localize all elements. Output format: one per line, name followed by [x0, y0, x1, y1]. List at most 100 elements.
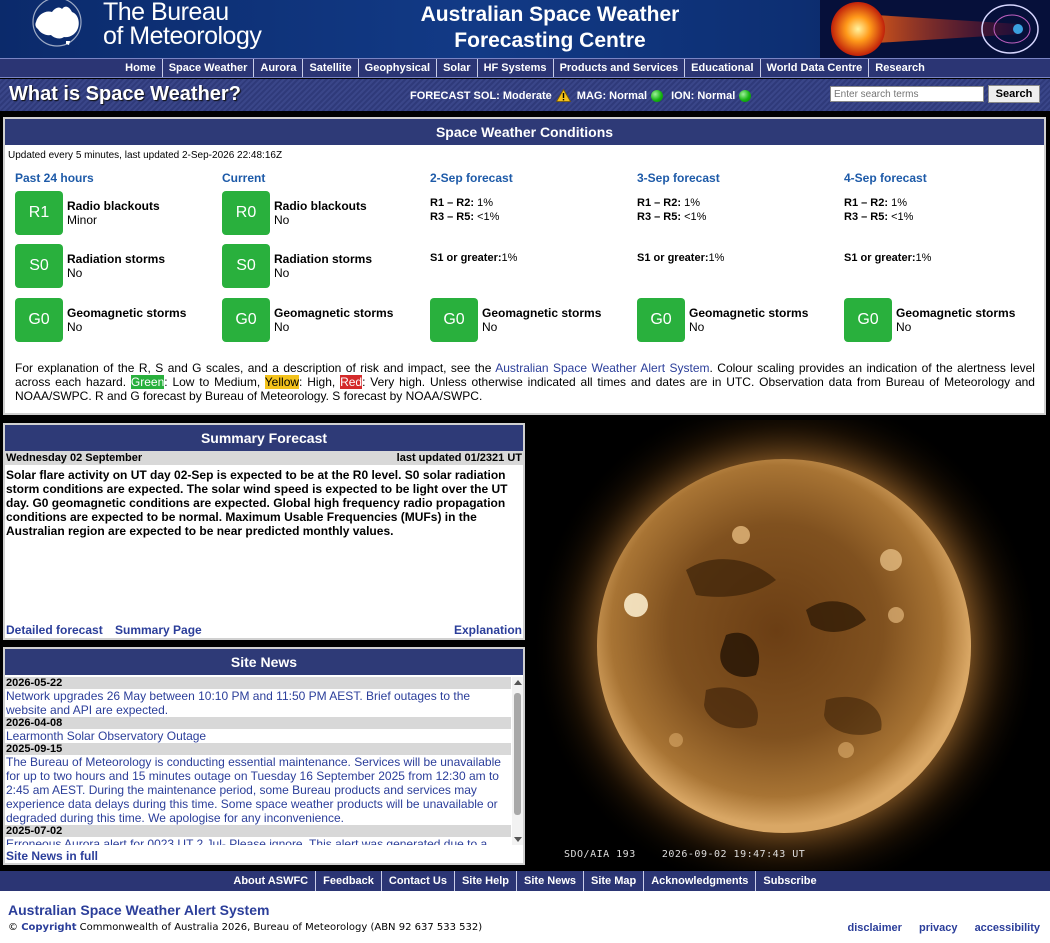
accessibility-link[interactable]: accessibility [975, 922, 1040, 934]
solar-image[interactable] [526, 420, 1050, 870]
forecast-sol-label[interactable]: FORECAST SOL: Moderate [410, 90, 552, 102]
g-scale-badge[interactable]: G0 [637, 298, 685, 342]
r12-label: R1 – R2: [637, 197, 682, 209]
s-scale-badge[interactable]: S0 [222, 244, 270, 288]
scroll-up-icon[interactable] [514, 680, 522, 685]
nav-link-solar[interactable]: Solar [437, 59, 478, 77]
g-scale-badge[interactable]: G0 [430, 298, 478, 342]
sun-magnetosphere-graphic [820, 0, 1050, 58]
column-forecast-day2: 3-Sep forecast R1 – R2: 1% R3 – R5: <1% … [637, 171, 842, 342]
summary-date: Wednesday 02 September [6, 452, 143, 464]
hazard-level: No [482, 320, 498, 334]
solar-image-caption: SDO/AIA 193 2026-09-02 19:47:43 UT [564, 849, 805, 860]
column-title[interactable]: Current [222, 171, 427, 189]
column-forecast-day3: 4-Sep forecast R1 – R2: 1% R3 – R5: <1% … [844, 171, 1049, 342]
summary-updated: last updated 01/2321 UT [396, 452, 522, 464]
conditions-heading: Space Weather Conditions [5, 119, 1044, 145]
scale-explanation: For explanation of the R, S and G scales… [15, 361, 1035, 403]
s-label: S1 or greater: [637, 252, 709, 264]
nav-link-products-and-services[interactable]: Products and Services [554, 59, 686, 77]
bom-wordmark[interactable]: The Bureau of Meteorology [103, 0, 262, 50]
news-item-link[interactable]: The Bureau of Meteorology is conducting … [5, 755, 511, 825]
alert-system-link[interactable]: Australian Space Weather Alert System [495, 361, 709, 375]
footer-nav-link-acknowledgments[interactable]: Acknowledgments [644, 871, 757, 891]
news-item-link[interactable]: Erroneous Aurora alert for 0023 UT 2 Jul… [5, 837, 511, 845]
nav-link-educational[interactable]: Educational [685, 59, 761, 77]
copyright-link[interactable]: Copyright [21, 922, 76, 933]
s-forecast: S1 or greater:1% [844, 251, 931, 265]
column-title[interactable]: 3-Sep forecast [637, 171, 842, 189]
footer-navigation: About ASWFC Feedback Contact Us Site Help Si… [0, 871, 1050, 891]
summary-text: Solar flare activity on UT day 02-Sep is… [6, 468, 508, 538]
nav-link-research[interactable]: Research [869, 59, 931, 77]
news-item-link[interactable]: Learmonth Solar Observatory Outage [5, 729, 511, 743]
scrollbar-thumb[interactable] [514, 693, 521, 815]
footer-nav-link-feedback[interactable]: Feedback [316, 871, 382, 891]
hazard-geomagnetic-storms: G0 Geomagnetic storms No [430, 298, 601, 342]
news-scrollbar[interactable] [512, 677, 523, 845]
r35-label: R3 – R5: [430, 211, 475, 223]
hazard-level: No [689, 320, 705, 334]
footer-nav-link-site-help[interactable]: Site Help [455, 871, 518, 891]
hazard-geomagnetic-storms: G0 Geomagnetic storms No [15, 298, 186, 342]
r-scale-badge[interactable]: R1 [15, 191, 63, 235]
hazard-name: Geomagnetic storms [689, 306, 809, 320]
news-date: 2026-05-22 [5, 677, 511, 689]
s-scale-badge[interactable]: S0 [15, 244, 63, 288]
news-list[interactable]: 2026-05-22 Network upgrades 26 May betwe… [5, 677, 511, 845]
hazard-geomagnetic-storms: G0 Geomagnetic storms No [637, 298, 808, 342]
s-label: S1 or greater: [430, 252, 502, 264]
site-news-full-link[interactable]: Site News in full [6, 849, 98, 863]
footer: Australian Space Weather Alert System © … [0, 891, 1050, 943]
hazard-name: Geomagnetic storms [274, 306, 394, 320]
title-bar: What is Space Weather? FORECAST SOL: Mod… [0, 79, 1050, 111]
summary-page-link[interactable]: Summary Page [115, 623, 202, 638]
column-title[interactable]: Past 24 hours [15, 171, 220, 189]
footer-nav-link-site-news[interactable]: Site News [517, 871, 584, 891]
summary-subheader: Wednesday 02 September last updated 01/2… [5, 451, 523, 465]
detailed-forecast-link[interactable]: Detailed forecast [6, 623, 103, 638]
news-item-link[interactable]: Network upgrades 26 May between 10:10 PM… [5, 689, 511, 717]
forecast-ion-label[interactable]: ION: Normal [671, 90, 735, 102]
r12-value: 1% [684, 197, 700, 209]
r35-label: R3 – R5: [844, 211, 889, 223]
nav-link-aurora[interactable]: Aurora [254, 59, 304, 77]
g-scale-badge[interactable]: G0 [222, 298, 270, 342]
australia-map-logo-icon[interactable] [26, 0, 92, 52]
search-input[interactable] [830, 86, 984, 102]
hazard-name: Radiation storms [67, 252, 166, 266]
r-scale-badge[interactable]: R0 [222, 191, 270, 235]
org-line1: The Bureau [103, 0, 229, 26]
conditions-updated-text: Updated every 5 minutes, last updated 2-… [8, 150, 283, 161]
nav-link-space-weather[interactable]: Space Weather [163, 59, 255, 77]
nav-link-hf-systems[interactable]: HF Systems [478, 59, 554, 77]
column-title[interactable]: 2-Sep forecast [430, 171, 635, 189]
footer-nav-link-about-aswfc[interactable]: About ASWFC [226, 871, 317, 891]
footer-alert-system-link[interactable]: Australian Space Weather Alert System [8, 902, 269, 918]
footer-nav-link-contact-us[interactable]: Contact Us [382, 871, 455, 891]
disclaimer-link[interactable]: disclaimer [847, 922, 901, 934]
forecast-mag-label[interactable]: MAG: Normal [577, 90, 647, 102]
r12-value: 1% [477, 197, 493, 209]
green-status-dot-icon [651, 89, 664, 102]
site-news-panel: Site News 2026-05-22 Network upgrades 26… [3, 647, 525, 865]
explanation-link[interactable]: Explanation [454, 623, 522, 638]
scroll-down-icon[interactable] [514, 837, 522, 842]
footer-nav-link-subscribe[interactable]: Subscribe [756, 871, 823, 891]
nav-link-home[interactable]: Home [119, 59, 163, 77]
nav-link-satellite[interactable]: Satellite [303, 59, 359, 77]
site-title: Australian Space Weather Forecasting Cen… [380, 2, 720, 54]
search-button[interactable]: Search [988, 85, 1040, 103]
g-scale-badge[interactable]: G0 [15, 298, 63, 342]
nav-link-geophysical[interactable]: Geophysical [359, 59, 438, 77]
privacy-link[interactable]: privacy [919, 922, 958, 934]
g-scale-badge[interactable]: G0 [844, 298, 892, 342]
column-title[interactable]: 4-Sep forecast [844, 171, 1049, 189]
green-level-label: Green [130, 375, 165, 389]
news-date: 2025-09-15 [5, 743, 511, 755]
footer-nav-link-site-map[interactable]: Site Map [584, 871, 645, 891]
org-line2: of Meteorology [103, 22, 262, 50]
nav-link-world-data-centre[interactable]: World Data Centre [761, 59, 870, 77]
copyright-text: Commonwealth of Australia 2026, Bureau o… [76, 922, 483, 933]
s-label: S1 or greater: [844, 252, 916, 264]
